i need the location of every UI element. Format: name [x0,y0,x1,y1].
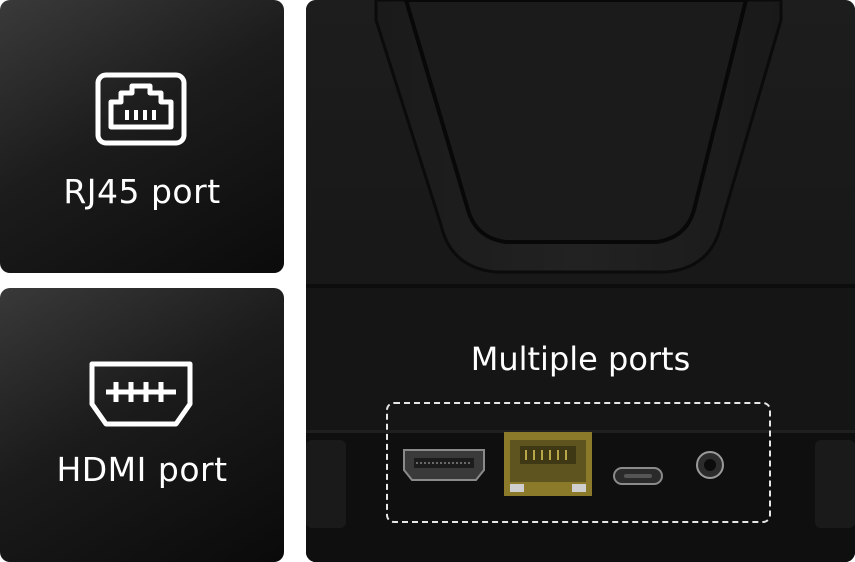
hdmi-port-card: HDMI port [0,288,284,562]
multiple-ports-title: Multiple ports [470,340,691,378]
rj45-port-card: RJ45 port [0,0,284,273]
ethernet-port-icon [95,72,187,146]
hdmi-port-label: HDMI port [56,450,228,489]
rj45-port-label: RJ45 port [63,172,221,211]
ports-highlight-frame [386,402,771,523]
hdmi-port-icon [89,361,193,427]
product-photo-panel: Multiple ports [306,0,855,562]
